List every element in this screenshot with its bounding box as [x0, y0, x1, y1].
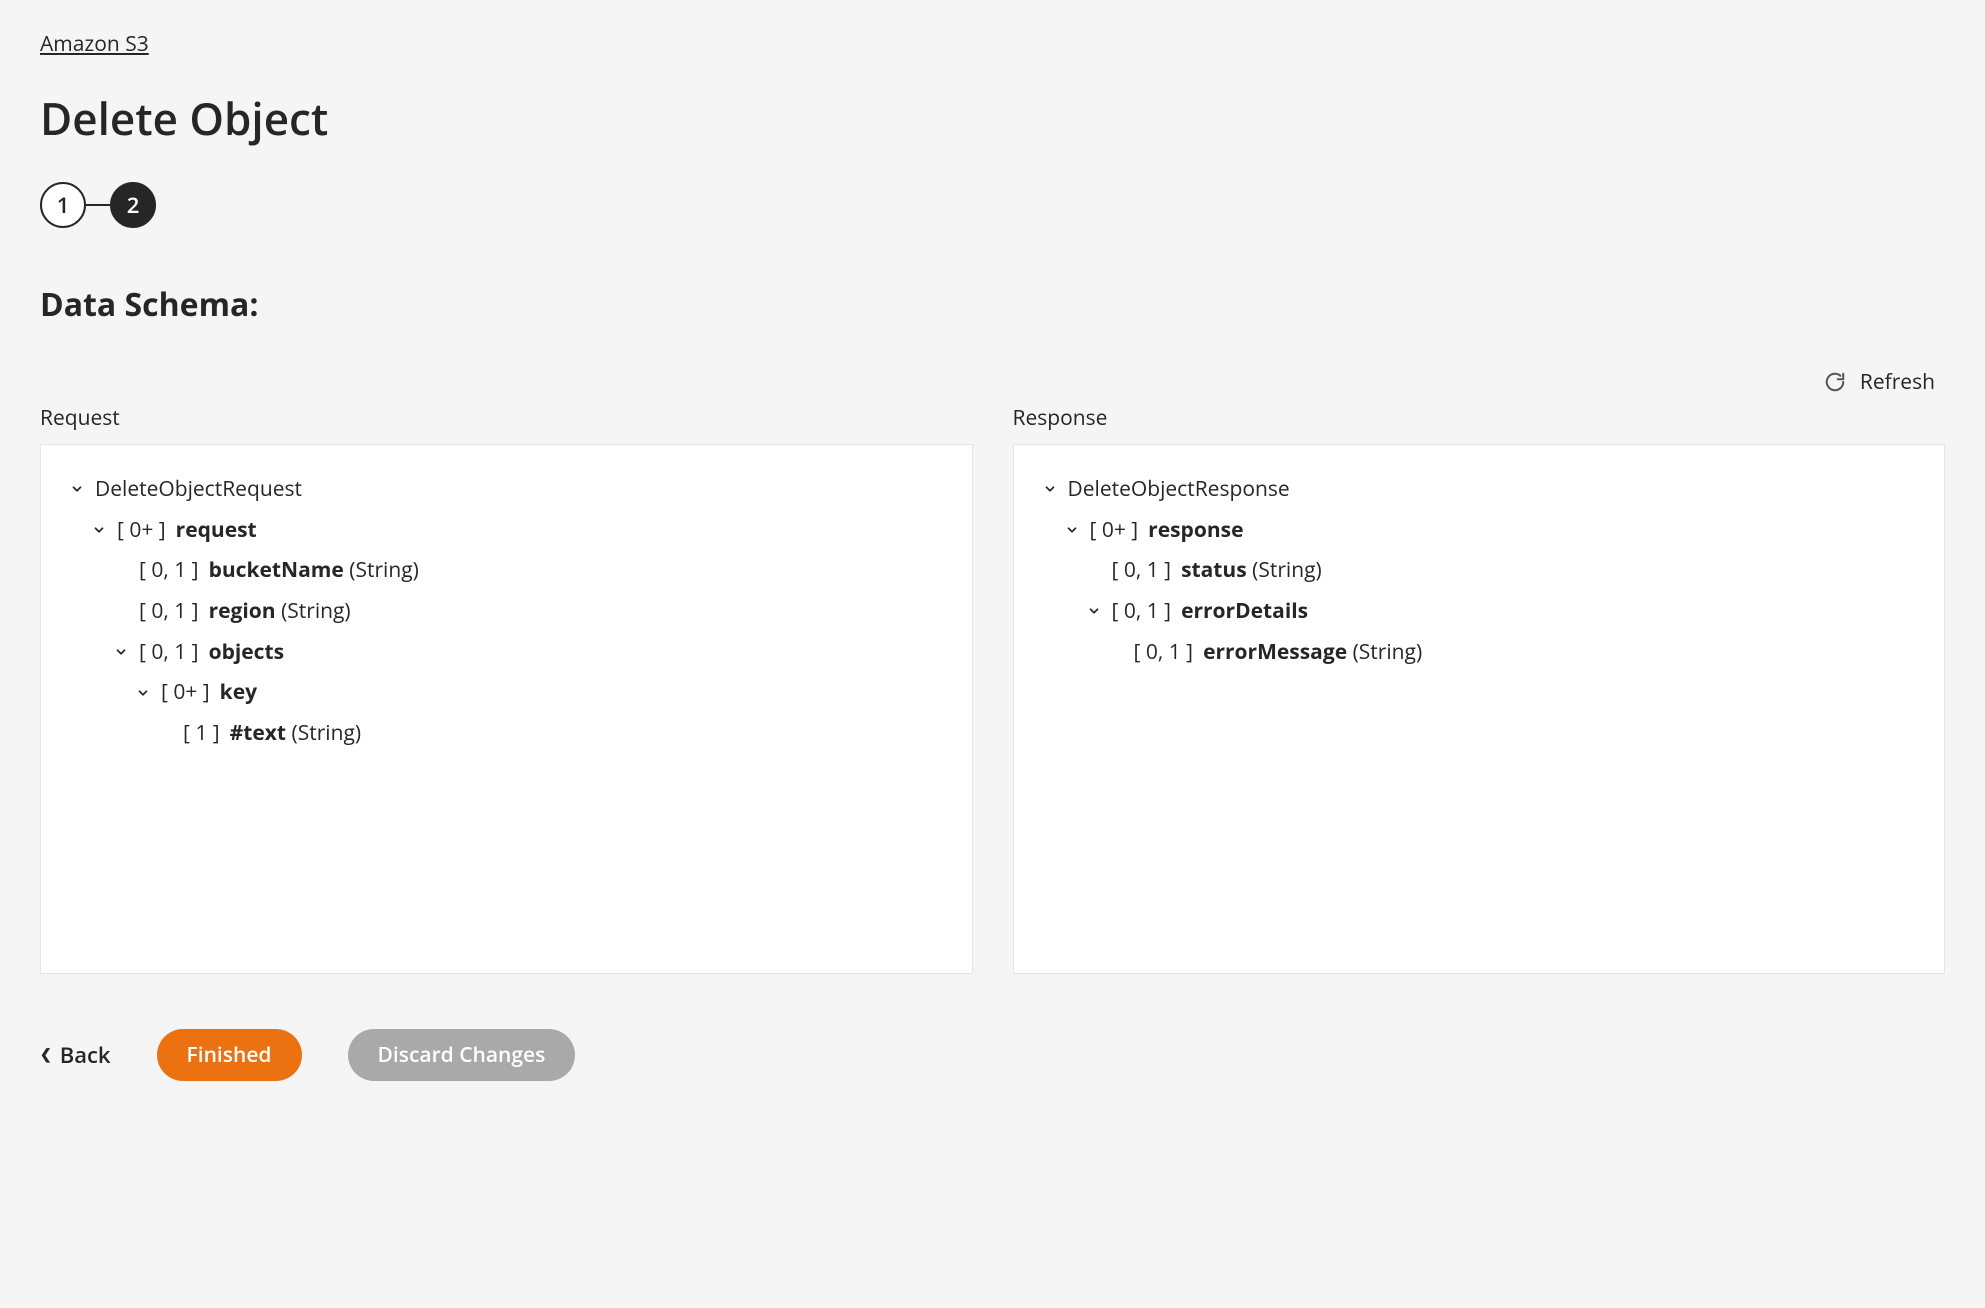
back-label: Back — [60, 1040, 111, 1070]
chevron-down-icon[interactable] — [1042, 481, 1058, 497]
tree-occurrence: [ 0, 1 ] — [139, 635, 199, 670]
discard-changes-button[interactable]: Discard Changes — [348, 1029, 576, 1081]
step-1[interactable]: 1 — [40, 182, 86, 228]
request-label: Request — [40, 404, 973, 432]
response-column: Response DeleteObjectResponse [ 0+ ] res… — [1013, 404, 1946, 974]
tree-row-root[interactable]: DeleteObjectRequest — [69, 469, 944, 510]
tree-occurrence: [ 0, 1 ] — [139, 553, 199, 588]
request-column: Request DeleteObjectRequest [ 0+ ] reque… — [40, 404, 973, 974]
tree-field-name: bucketName — [209, 556, 344, 584]
tree-occurrence: [ 0, 1 ] — [1134, 635, 1194, 670]
tree-occurrence: [ 0, 1 ] — [139, 594, 199, 629]
tree-field-name: errorDetails — [1181, 594, 1308, 629]
step-2: 2 — [110, 182, 156, 228]
tree-row-text[interactable]: [ 1 ] #text (String) — [69, 713, 944, 754]
tree-field-name: region — [209, 597, 276, 625]
tree-field-name: request — [176, 513, 257, 548]
tree-root-name: DeleteObjectResponse — [1068, 472, 1290, 507]
page-title: Delete Object — [40, 88, 1945, 148]
chevron-left-icon: ❮ — [40, 1048, 52, 1062]
tree-field-name: errorMessage — [1203, 638, 1347, 666]
tree-row-region[interactable]: [ 0, 1 ] region (String) — [69, 591, 944, 632]
chevron-down-icon[interactable] — [135, 685, 151, 701]
tree-field-name: response — [1148, 513, 1243, 548]
chevron-down-icon[interactable] — [1086, 603, 1102, 619]
tree-row-root[interactable]: DeleteObjectResponse — [1042, 469, 1917, 510]
refresh-button[interactable]: Refresh — [1824, 368, 1935, 396]
section-title: Data Schema: — [40, 283, 1945, 326]
tree-row-request[interactable]: [ 0+ ] request — [69, 510, 944, 551]
finished-button[interactable]: Finished — [157, 1029, 302, 1081]
chevron-down-icon[interactable] — [1064, 522, 1080, 538]
tree-row-status[interactable]: [ 0, 1 ] status (String) — [1042, 550, 1917, 591]
tree-field-name: objects — [209, 635, 284, 670]
tree-field-name: key — [220, 675, 257, 710]
tree-occurrence: [ 0+ ] — [117, 513, 166, 548]
back-button[interactable]: ❮ Back — [40, 1040, 111, 1070]
step-connector — [86, 204, 110, 206]
tree-occurrence: [ 1 ] — [183, 716, 220, 751]
refresh-label: Refresh — [1860, 368, 1935, 396]
tree-field-type: (String) — [1353, 638, 1423, 666]
footer-buttons: ❮ Back Finished Discard Changes — [40, 1029, 1945, 1081]
response-label: Response — [1013, 404, 1946, 432]
request-panel: DeleteObjectRequest [ 0+ ] request [ 0, … — [40, 444, 973, 974]
breadcrumb-link[interactable]: Amazon S3 — [40, 30, 149, 58]
tree-field-type: (String) — [281, 597, 351, 625]
response-panel: DeleteObjectResponse [ 0+ ] response [ 0… — [1013, 444, 1946, 974]
tree-field-name: status — [1181, 556, 1247, 584]
stepper: 1 2 — [40, 182, 1945, 228]
chevron-down-icon[interactable] — [91, 522, 107, 538]
tree-occurrence: [ 0, 1 ] — [1112, 594, 1172, 629]
tree-row-errordetails[interactable]: [ 0, 1 ] errorDetails — [1042, 591, 1917, 632]
tree-row-errormessage[interactable]: [ 0, 1 ] errorMessage (String) — [1042, 632, 1917, 673]
refresh-icon — [1824, 371, 1846, 393]
tree-field-type: (String) — [349, 556, 419, 584]
chevron-down-icon[interactable] — [113, 644, 129, 660]
tree-root-name: DeleteObjectRequest — [95, 472, 302, 507]
tree-row-objects[interactable]: [ 0, 1 ] objects — [69, 632, 944, 673]
tree-field-name: #text — [230, 719, 286, 747]
tree-row-key[interactable]: [ 0+ ] key — [69, 672, 944, 713]
tree-occurrence: [ 0+ ] — [161, 675, 210, 710]
tree-field-type: (String) — [1252, 556, 1322, 584]
tree-occurrence: [ 0+ ] — [1090, 513, 1139, 548]
tree-occurrence: [ 0, 1 ] — [1112, 553, 1172, 588]
chevron-down-icon[interactable] — [69, 481, 85, 497]
tree-row-response[interactable]: [ 0+ ] response — [1042, 510, 1917, 551]
tree-field-type: (String) — [292, 719, 362, 747]
tree-row-bucketname[interactable]: [ 0, 1 ] bucketName (String) — [69, 550, 944, 591]
